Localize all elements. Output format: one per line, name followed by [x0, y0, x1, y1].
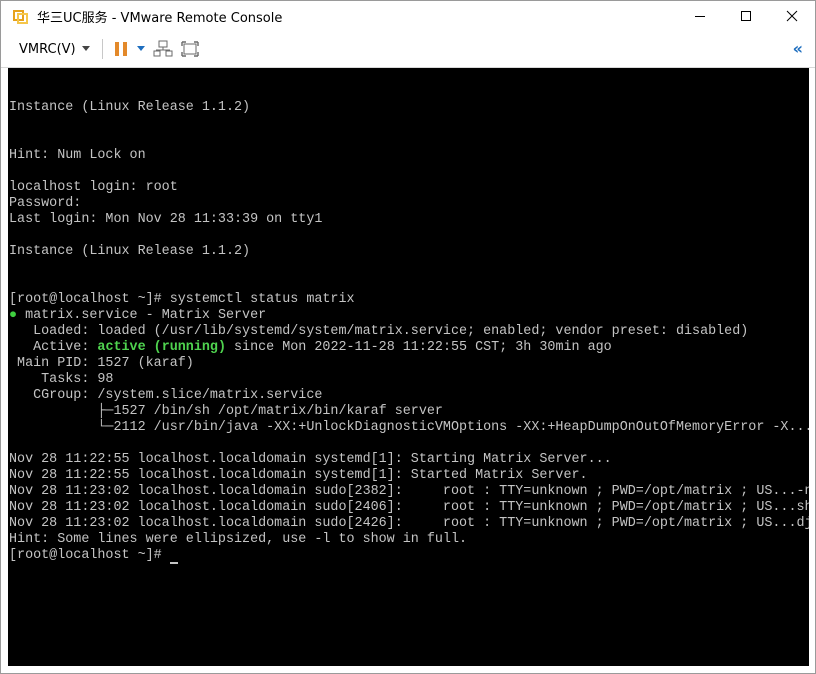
- fullscreen-icon: [180, 41, 199, 57]
- vmrc-menu-label: VMRC(V): [19, 41, 76, 57]
- vmrc-toolbar: VMRC(V) «: [1, 31, 815, 68]
- vmrc-window: 华三UC服务 - VMware Remote Console VMRC(V) «…: [0, 0, 816, 674]
- terminal-line: [root@localhost ~]# systemctl status mat…: [9, 292, 355, 307]
- window-controls: [677, 1, 815, 31]
- terminal-line: Nov 28 11:23:02 localhost.localdomain su…: [9, 484, 809, 499]
- terminal-line: Nov 28 11:23:02 localhost.localdomain su…: [9, 500, 809, 515]
- terminal-line: Active: active (running) since Mon 2022-…: [9, 340, 612, 355]
- pause-button[interactable]: [113, 41, 129, 57]
- terminal-line: Loaded: loaded (/usr/lib/systemd/system/…: [9, 324, 749, 339]
- network-computer-icon: [153, 40, 173, 57]
- send-ctrl-alt-del-button[interactable]: [153, 40, 173, 58]
- terminal-line: Nov 28 11:22:55 localhost.localdomain sy…: [9, 452, 612, 467]
- toolbar-divider: [101, 39, 103, 59]
- terminal-line: Last login: Mon Nov 28 11:33:39 on tty1: [9, 212, 323, 227]
- terminal-line: Password:: [9, 196, 82, 211]
- service-status-dot: ●: [9, 308, 18, 323]
- title-bar[interactable]: 华三UC服务 - VMware Remote Console: [1, 1, 815, 31]
- vmware-logo-icon: [13, 10, 28, 24]
- terminal-line: [root@localhost ~]#: [9, 548, 809, 564]
- close-icon: [786, 10, 798, 22]
- terminal-line: Hint: Some lines were ellipsized, use -l…: [9, 532, 468, 547]
- double-chevron-left-icon: «: [792, 39, 803, 58]
- power-options-dropdown[interactable]: [136, 46, 145, 52]
- terminal-line: localhost login: root: [9, 180, 178, 195]
- terminal-line: Main PID: 1527 (karaf): [9, 356, 194, 371]
- pause-icon: [114, 42, 127, 56]
- maximize-button[interactable]: [723, 1, 769, 31]
- vm-console-screen[interactable]: Instance (Linux Release 1.1.2) Hint: Num …: [8, 68, 809, 666]
- terminal-cursor: [169, 562, 178, 564]
- close-button[interactable]: [769, 1, 815, 31]
- fullscreen-button[interactable]: [180, 41, 199, 57]
- maximize-icon: [741, 11, 751, 21]
- terminal-line: Nov 28 11:23:02 localhost.localdomain su…: [9, 516, 809, 531]
- terminal-line: ├─1527 /bin/sh /opt/matrix/bin/karaf ser…: [9, 404, 443, 419]
- chevron-down-icon: [136, 46, 145, 51]
- chevron-down-icon: [81, 46, 90, 51]
- terminal-line: Instance (Linux Release 1.1.2): [9, 244, 251, 259]
- minimize-button[interactable]: [677, 1, 723, 31]
- vmrc-menu-button[interactable]: VMRC(V): [19, 42, 90, 57]
- terminal-line: Instance (Linux Release 1.1.2): [9, 100, 251, 115]
- terminal-line: Tasks: 98: [9, 372, 114, 387]
- minimize-icon: [695, 16, 705, 17]
- terminal-line: └─2112 /usr/bin/java -XX:+UnlockDiagnost…: [9, 420, 809, 435]
- terminal-line: ● matrix.service - Matrix Server: [9, 308, 267, 323]
- terminal-line: CGroup: /system.slice/matrix.service: [9, 388, 323, 403]
- terminal-output: Instance (Linux Release 1.1.2) Hint: Num …: [8, 68, 809, 564]
- terminal-line: Nov 28 11:22:55 localhost.localdomain sy…: [9, 468, 588, 483]
- terminal-line: Hint: Num Lock on: [9, 148, 146, 163]
- service-active-status: active (running): [97, 340, 226, 355]
- collapse-library-button[interactable]: «: [793, 39, 803, 58]
- window-title: 华三UC服务 - VMware Remote Console: [37, 10, 283, 26]
